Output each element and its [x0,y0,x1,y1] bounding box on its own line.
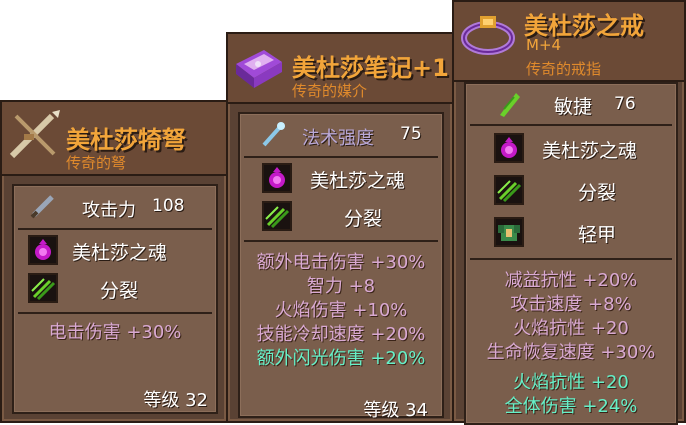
bonus-stat-line: 额外闪光伤害 +20% [256,348,426,369]
stat-line: 电击伤害 +30% [48,322,182,343]
trait-row-light-armor: 轻甲 [466,214,676,252]
trait-row-split: 分裂 [240,198,442,236]
attack-value: 108 [152,196,185,216]
divider [18,228,212,230]
stats-panel: 敏捷 76 美杜莎之魂 分裂 轻甲 减益抗性 +20% 攻击速度 +8% 火焰抗… [464,82,678,425]
stat-line: 智力 +8 [306,276,376,297]
trait-row-split: 分裂 [14,270,216,308]
bonus-stat-line: 火焰抗性 +20 [513,372,629,393]
medusa-soul-icon [28,235,58,265]
trait-row-soul: 美杜莎之魂 [466,130,676,168]
stat-line: 生命恢复速度 +30% [486,342,656,363]
item-rarity: 传奇的媒介 [292,82,368,100]
trait-label: 美杜莎之魂 [310,170,406,192]
trait-row-soul: 美杜莎之魂 [14,232,216,270]
agility-feather-icon [494,89,524,119]
ring-icon [458,6,518,62]
wand-icon [258,119,288,149]
item-title: 美杜莎笔记+1 [292,54,449,82]
trait-label: 美杜莎之魂 [542,140,638,162]
trait-label: 分裂 [100,280,139,302]
item-rarity: 传奇的弩 [66,154,127,172]
stats-panel: 攻击力 108 美杜莎之魂 分裂 电击伤害 +30% 等级 32 [12,184,218,414]
split-arrows-icon [494,175,524,205]
spell-power-value: 75 [400,124,422,144]
divider [470,258,672,260]
sword-icon [28,191,58,221]
trait-label: 分裂 [578,182,617,204]
trait-row-split: 分裂 [466,172,676,210]
item-tier: M+4 [526,36,562,54]
split-arrows-icon [28,273,58,303]
item-rarity: 传奇的戒指 [526,60,602,78]
divider [244,240,438,242]
book-icon [230,42,286,98]
stat-line: 额外电击伤害 +30% [256,252,426,273]
bonus-stat-line: 全体伤害 +24% [504,396,638,417]
stat-line: 攻击速度 +8% [510,294,632,315]
agility-label: 敏捷 [554,96,593,118]
tooltip-card-ring: 美杜莎之戒 M+4 传奇的戒指 敏捷 76 美杜莎之魂 分裂 轻甲 减益抗性 +… [452,0,686,425]
tooltip-card-book: 美杜莎笔记+1 传奇的媒介 法术强度 75 美杜莎之魂 分裂 额外电击伤害 +3… [226,32,454,423]
spell-power-label: 法术强度 [302,128,374,149]
attack-row: 攻击力 108 [14,188,216,226]
attack-label: 攻击力 [82,200,136,221]
spell-power-row: 法术强度 75 [240,116,442,154]
light-armor-icon [494,217,524,247]
stat-line: 减益抗性 +20% [504,270,638,291]
split-arrows-icon [262,201,292,231]
medusa-soul-icon [262,163,292,193]
item-level: 等级 32 [143,390,208,411]
tooltip-card-crossbow: 美杜莎犄弩 传奇的弩 攻击力 108 美杜莎之魂 分裂 电击伤害 +30% 等级… [0,100,228,423]
stat-line: 技能冷却速度 +20% [256,324,426,345]
medusa-soul-icon [494,133,524,163]
trait-label: 轻甲 [578,224,617,246]
agility-value: 76 [614,94,636,114]
stat-line: 火焰伤害 +10% [274,300,408,321]
trait-label: 分裂 [344,208,383,230]
trait-row-soul: 美杜莎之魂 [240,160,442,198]
crossbow-icon [6,108,62,164]
trait-label: 美杜莎之魂 [72,242,168,264]
item-title: 美杜莎犄弩 [66,126,186,154]
divider [244,156,438,158]
stat-line: 火焰抗性 +20 [513,318,629,339]
item-level: 等级 34 [363,400,428,421]
agility-row: 敏捷 76 [466,86,676,124]
divider [18,312,212,314]
stats-panel: 法术强度 75 美杜莎之魂 分裂 额外电击伤害 +30% 智力 +8 火焰伤害 … [238,112,444,421]
divider [470,124,672,126]
